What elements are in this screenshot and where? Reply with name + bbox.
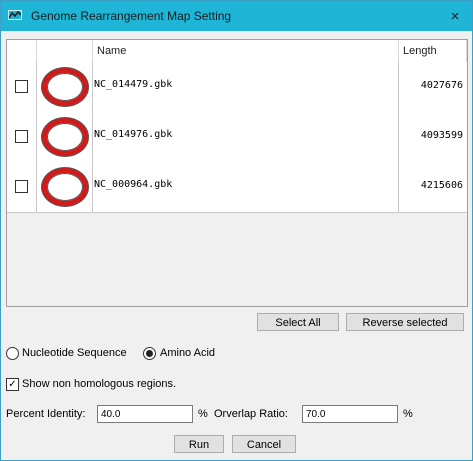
table-row[interactable]: NC_014976.gbk 4093599 xyxy=(7,112,467,163)
genome-ring-icon xyxy=(42,68,88,106)
reverse-selected-button[interactable]: Reverse selected xyxy=(346,313,464,331)
cancel-button[interactable]: Cancel xyxy=(232,435,296,453)
show-non-homologous-label[interactable]: Show non homologous regions. xyxy=(22,378,176,390)
settings-dialog: Genome Rearrangement Map Setting × Name … xyxy=(0,0,473,461)
show-non-homologous-checkbox[interactable]: ✓ xyxy=(6,378,19,391)
column-header-select[interactable] xyxy=(7,40,37,62)
row-checkbox[interactable] xyxy=(15,80,28,93)
percent-identity-input[interactable] xyxy=(97,405,193,423)
overlap-ratio-unit: % xyxy=(403,408,413,420)
genome-length: 4027676 xyxy=(420,80,463,91)
amino-acid-label[interactable]: Amino Acid xyxy=(160,347,215,359)
table-row[interactable]: NC_000964.gbk 4215606 xyxy=(7,162,467,213)
percent-identity-label: Percent Identity: xyxy=(6,408,86,420)
row-checkbox[interactable] xyxy=(15,130,28,143)
app-icon xyxy=(8,10,22,20)
genome-length: 4215606 xyxy=(420,180,463,191)
window-title: Genome Rearrangement Map Setting xyxy=(31,9,232,23)
overlap-ratio-label: Orverlap Ratio: xyxy=(214,408,288,420)
amino-acid-radio[interactable] xyxy=(143,347,156,360)
file-name: NC_014479.gbk xyxy=(94,79,173,90)
title-bar[interactable]: Genome Rearrangement Map Setting × xyxy=(1,1,472,31)
column-header-map[interactable] xyxy=(37,40,93,62)
column-header-name[interactable]: Name xyxy=(93,40,399,62)
table-header: Name Length xyxy=(7,40,467,63)
select-all-button[interactable]: Select All xyxy=(257,313,339,331)
overlap-ratio-input[interactable] xyxy=(302,405,398,423)
genome-ring-icon xyxy=(42,118,88,156)
close-icon[interactable]: × xyxy=(438,1,472,31)
genome-table: Name Length NC_014479.gbk 4027676 NC_014… xyxy=(6,39,468,307)
file-name: NC_014976.gbk xyxy=(94,129,173,140)
table-row[interactable]: NC_014479.gbk 4027676 xyxy=(7,62,467,113)
genome-length: 4093599 xyxy=(420,130,463,141)
nucleotide-sequence-radio[interactable] xyxy=(6,347,19,360)
nucleotide-sequence-label[interactable]: Nucleotide Sequence xyxy=(22,347,127,359)
percent-identity-unit: % xyxy=(198,408,208,420)
column-header-length[interactable]: Length xyxy=(399,40,467,62)
row-checkbox[interactable] xyxy=(15,180,28,193)
run-button[interactable]: Run xyxy=(174,435,224,453)
genome-ring-icon xyxy=(42,168,88,206)
file-name: NC_000964.gbk xyxy=(94,179,173,190)
radio-selected-dot xyxy=(146,350,153,357)
